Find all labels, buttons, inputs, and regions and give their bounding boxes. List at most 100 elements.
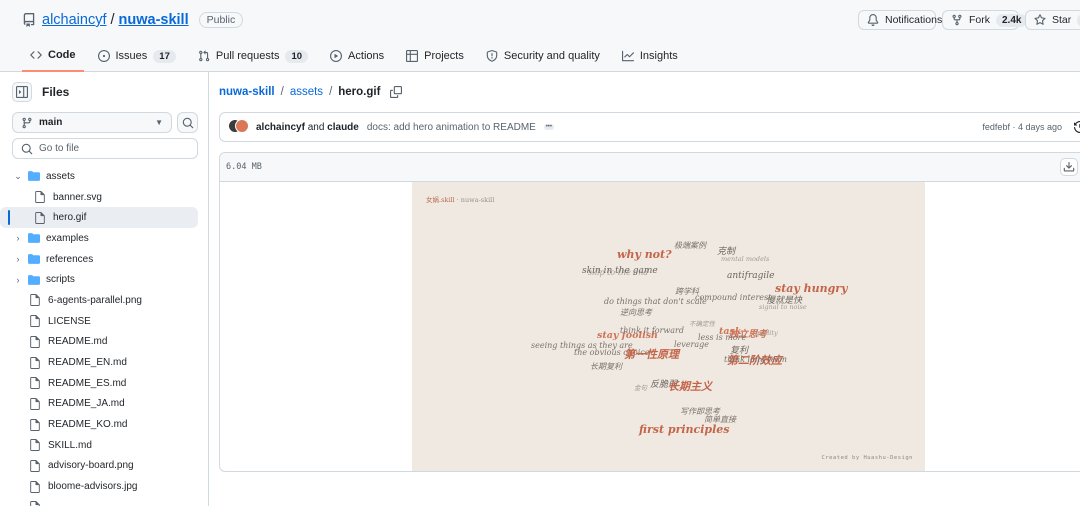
- file-tree-sidebar: Files main ▼ Go to file ⌄ assets banner.…: [0, 72, 209, 506]
- tree-folder-assets[interactable]: ⌄ assets: [0, 166, 209, 187]
- collapse-sidebar-button[interactable]: [12, 82, 32, 102]
- tree-item-label: assets: [46, 170, 75, 182]
- tab-code[interactable]: Code: [22, 44, 84, 72]
- file-icon: [30, 439, 40, 452]
- gif-logo-subtext: · nuwa-skill: [456, 196, 495, 204]
- tree-item-label: examples: [46, 232, 89, 244]
- gif-word: do things that don't scale: [604, 297, 707, 306]
- repo-title: alchaincyf / nuwa-skill Public: [22, 12, 244, 28]
- tree-folder-scripts[interactable]: › scripts: [0, 269, 209, 290]
- tree-item-label: LICENSE: [48, 315, 91, 327]
- tree-item-label: README_JA.md: [48, 398, 125, 410]
- tree-file[interactable]: README.md: [0, 332, 209, 353]
- tab-actions[interactable]: Actions: [322, 44, 392, 68]
- tree-folder-references[interactable]: › references: [0, 249, 209, 270]
- file-icon: [30, 315, 40, 328]
- fork-icon: [952, 14, 962, 26]
- gif-word: why not?: [617, 248, 672, 261]
- commit-avatars: [228, 119, 250, 135]
- tree-item-label: hero.gif: [53, 212, 87, 224]
- tree-item-label: scripts: [46, 274, 75, 286]
- go-to-file-placeholder: Go to file: [39, 143, 80, 154]
- commit-author-link[interactable]: claude: [327, 122, 359, 133]
- tab-security[interactable]: Security and quality: [478, 44, 608, 68]
- tab-pull-requests-label: Pull requests: [215, 50, 280, 62]
- tab-insights[interactable]: Insights: [614, 44, 686, 68]
- file-icon: [30, 397, 40, 410]
- chevron-down-icon: ⌄: [14, 170, 22, 181]
- sidebar-collapse-icon: [16, 86, 28, 98]
- gif-word: quality: [755, 329, 778, 337]
- go-to-file-input[interactable]: Go to file: [12, 138, 198, 159]
- file-icon: [30, 459, 40, 472]
- breadcrumb: nuwa-skill / assets / hero.gif: [219, 86, 403, 98]
- notifications-button[interactable]: Notifications: [858, 10, 942, 30]
- tree-file[interactable]: README_EN.md: [0, 352, 209, 373]
- folder-icon: [28, 274, 40, 285]
- hero-gif-preview: 女娲.skill · nuwa-skill why not? 极端案例 克制 m…: [412, 182, 925, 471]
- tab-issues-label: Issues: [115, 50, 148, 62]
- copy-icon[interactable]: [390, 86, 403, 98]
- files-title: Files: [42, 85, 70, 99]
- tree-file[interactable]: ...: [0, 497, 209, 506]
- tree-file[interactable]: README_JA.md: [0, 394, 209, 415]
- chevron-right-icon: ›: [16, 233, 20, 244]
- gif-word: signal to noise: [759, 303, 807, 311]
- caret-down-icon: ▼: [155, 118, 163, 127]
- branch-selector[interactable]: main ▼: [12, 112, 172, 133]
- commit-author-link[interactable]: alchaincyf: [256, 122, 305, 133]
- tree-file[interactable]: README_ES.md: [0, 373, 209, 394]
- gif-word: 极端案例: [674, 241, 706, 250]
- fork-label: Fork: [969, 14, 990, 26]
- tab-issues[interactable]: Issues 17: [90, 44, 184, 68]
- search-files-button[interactable]: [177, 112, 198, 133]
- tree-item-label: bloome-advisors.jpg: [48, 481, 138, 493]
- file-icon: [30, 377, 40, 390]
- commit-hash-link[interactable]: fedfebf: [982, 122, 1010, 132]
- commit-author-joiner: and: [307, 121, 325, 133]
- repo-header: alchaincyf / nuwa-skill Public Notificat…: [0, 0, 1080, 72]
- tab-security-label: Security and quality: [503, 50, 600, 62]
- file-view: nuwa-skill / assets / hero.gif alchaincy…: [209, 72, 1080, 506]
- repo-owner-link[interactable]: alchaincyf: [42, 12, 106, 28]
- tab-projects[interactable]: Projects: [398, 44, 472, 68]
- tree-file-hero-gif[interactable]: hero.gif: [0, 207, 198, 229]
- gif-word: 长期复利: [590, 362, 622, 371]
- tab-projects-label: Projects: [424, 50, 464, 62]
- commit-meta: fedfebf · 4 days ago: [982, 122, 1062, 132]
- tree-item-label: README.md: [48, 336, 108, 348]
- tree-file[interactable]: bloome-advisors.jpg: [0, 476, 209, 497]
- history-icon[interactable]: [1074, 121, 1080, 133]
- folder-open-icon: [28, 171, 40, 182]
- breadcrumb-folder-link[interactable]: assets: [290, 86, 323, 98]
- avatar[interactable]: [235, 119, 249, 133]
- tree-file[interactable]: README_KO.md: [0, 414, 209, 435]
- tree-item-label: banner.svg: [53, 191, 102, 203]
- download-raw-button[interactable]: [1060, 158, 1078, 176]
- tree-file-banner-svg[interactable]: banner.svg: [0, 187, 209, 208]
- tree-file[interactable]: advisory-board.png: [0, 456, 209, 477]
- tree-file[interactable]: 6-agents-parallel.png: [0, 290, 209, 311]
- expand-commit-button[interactable]: •••: [543, 124, 554, 130]
- tree-folder-examples[interactable]: › examples: [0, 228, 209, 249]
- visibility-badge: Public: [198, 12, 244, 28]
- folder-icon: [28, 254, 40, 264]
- tree-file[interactable]: LICENSE: [0, 311, 209, 332]
- star-button[interactable]: Star 14: [1025, 10, 1080, 30]
- branch-name: main: [39, 117, 63, 128]
- tree-item-label: README_KO.md: [48, 419, 128, 431]
- tree-file[interactable]: SKILL.md: [0, 435, 209, 456]
- gif-word: 第一性原理: [624, 348, 679, 361]
- repo-name-link[interactable]: nuwa-skill: [119, 12, 189, 28]
- breadcrumb-repo-link[interactable]: nuwa-skill: [219, 86, 275, 98]
- commit-time: 4 days ago: [1017, 122, 1062, 132]
- tab-pull-requests[interactable]: Pull requests 10: [190, 44, 316, 68]
- tab-actions-label: Actions: [348, 50, 385, 62]
- breadcrumb-current-file: hero.gif: [338, 86, 381, 98]
- tab-code-label: Code: [48, 49, 76, 61]
- folder-icon: [28, 233, 40, 244]
- commit-message-link[interactable]: docs: add hero animation to README: [367, 122, 536, 133]
- fork-button[interactable]: Fork 2.4k: [942, 10, 1028, 30]
- repo-tabs: Code Issues 17 Pull requests 10 Actions …: [22, 44, 692, 72]
- bell-icon: [867, 14, 879, 26]
